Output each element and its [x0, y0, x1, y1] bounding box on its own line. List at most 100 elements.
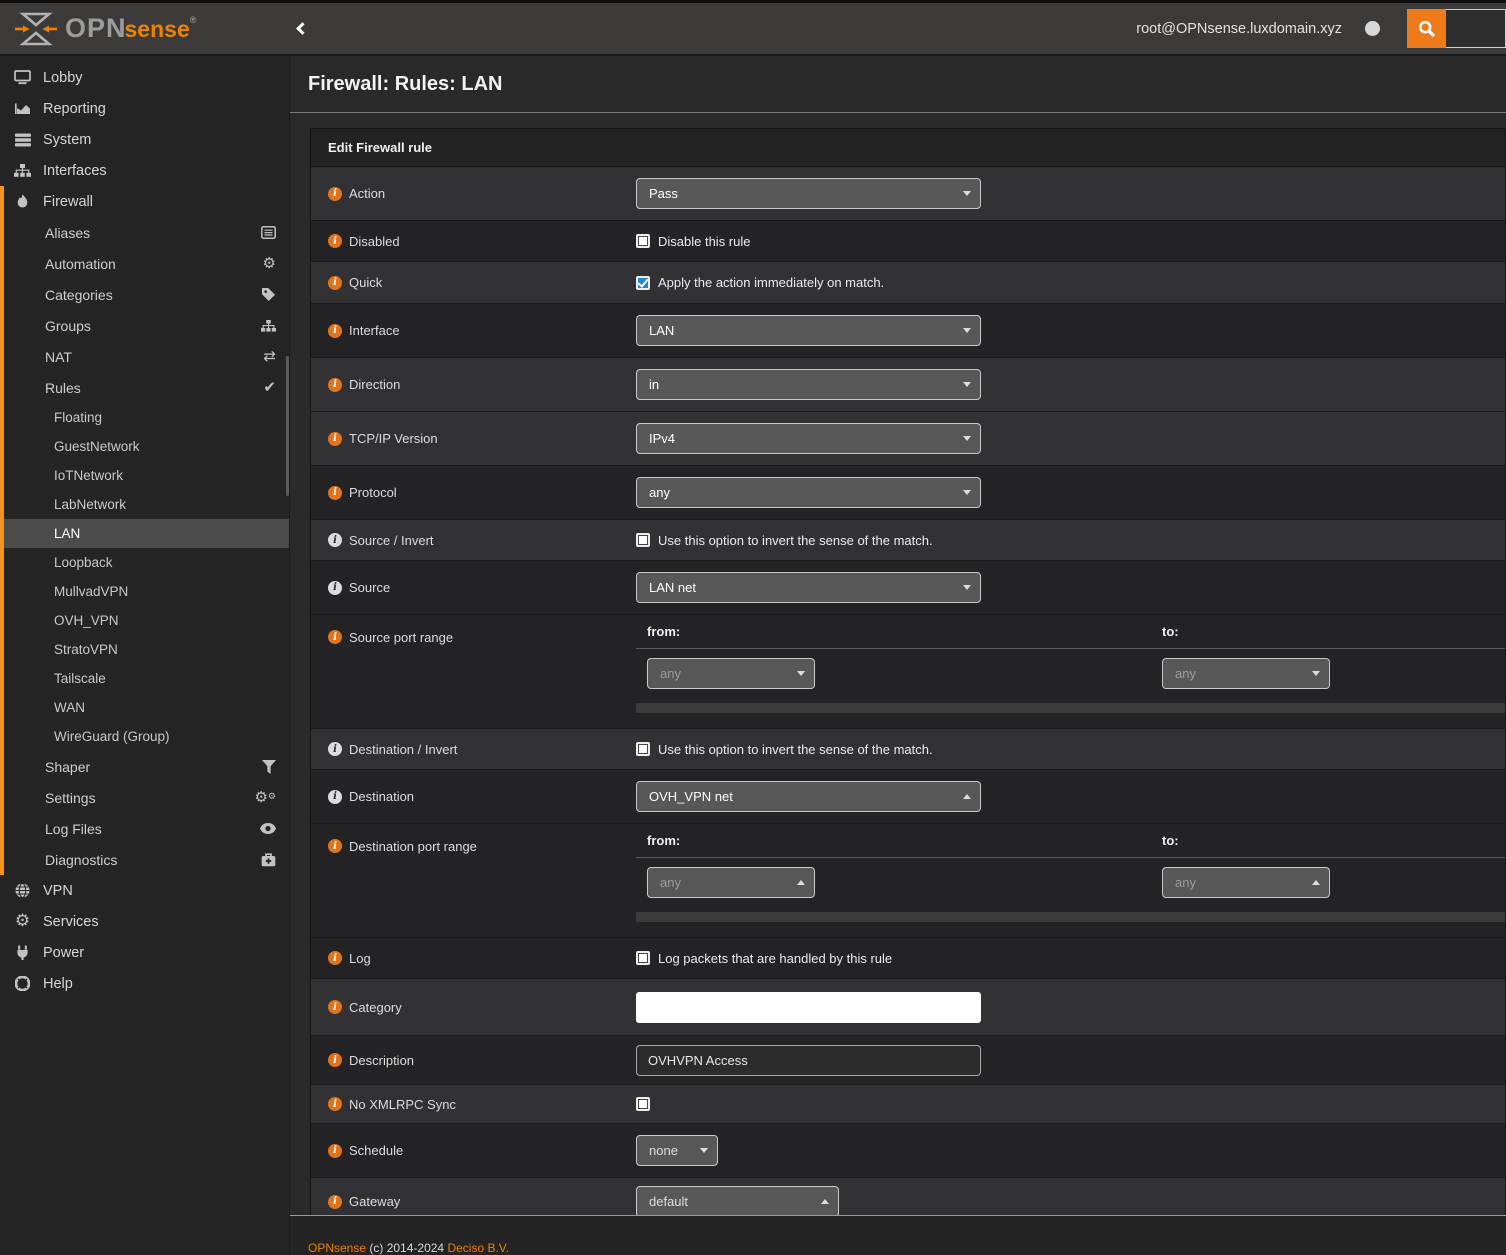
sidebar-item-automation[interactable]: Automation ⚙ — [4, 248, 289, 279]
sidebar-item-groups[interactable]: Groups — [4, 310, 289, 341]
sidebar-item-help[interactable]: Help — [0, 968, 289, 999]
info-icon[interactable] — [328, 276, 342, 290]
sidebar-item-log-files[interactable]: Log Files — [4, 813, 289, 844]
ipversion-select[interactable]: IPv4 — [636, 423, 981, 454]
sidebar-item-rules-iotnetwork[interactable]: IoTNetwork — [4, 461, 289, 490]
info-icon[interactable] — [328, 432, 342, 446]
sidebar-item-rules-stratovpn[interactable]: StratoVPN — [4, 635, 289, 664]
sidebar-item-system[interactable]: System — [0, 124, 289, 155]
info-icon[interactable] — [328, 790, 342, 804]
log-checkbox[interactable] — [636, 951, 650, 965]
action-select[interactable]: Pass — [636, 178, 981, 209]
deciso-footer-link[interactable]: Deciso B.V. — [447, 1241, 509, 1255]
info-icon[interactable] — [328, 1144, 342, 1158]
chevron-down-icon — [963, 490, 971, 495]
info-icon[interactable] — [328, 1097, 342, 1111]
destination-port-to-select[interactable]: any — [1162, 867, 1330, 898]
form-row-ipversion: TCP/IP Version IPv4 — [311, 412, 1505, 466]
disabled-checkbox[interactable] — [636, 234, 650, 248]
sidebar-item-shaper[interactable]: Shaper — [4, 751, 289, 782]
gear-icon: ⚙ — [13, 913, 32, 930]
source-port-from-select[interactable]: any — [647, 658, 815, 689]
sidebar-item-rules-mullvadvpn[interactable]: MullvadVPN — [4, 577, 289, 606]
sidebar-item-rules[interactable]: Rules ✔ — [4, 372, 289, 403]
chevron-down-icon — [797, 671, 805, 676]
horizontal-scrollbar[interactable] — [636, 703, 1505, 713]
sidebar-item-diagnostics[interactable]: Diagnostics — [4, 844, 289, 875]
logo-registered-mark: ® — [190, 15, 197, 25]
chevron-down-icon — [963, 585, 971, 590]
interface-select[interactable]: LAN — [636, 315, 981, 346]
no-xmlrpc-sync-checkbox[interactable] — [636, 1097, 650, 1111]
sidebar-item-categories[interactable]: Categories — [4, 279, 289, 310]
sidebar-item-rules-labnetwork[interactable]: LabNetwork — [4, 490, 289, 519]
chevron-up-icon — [821, 1199, 829, 1204]
info-icon[interactable] — [328, 742, 342, 756]
sidebar-item-firewall[interactable]: Firewall — [4, 186, 289, 217]
list-alt-icon — [261, 226, 276, 239]
chevron-down-icon — [700, 1148, 708, 1153]
opnsense-logo[interactable]: OPNsense® — [0, 10, 278, 48]
footer: OPNsense (c) 2014-2024 Deciso B.V. — [290, 1215, 1506, 1255]
schedule-select[interactable]: none — [636, 1135, 718, 1166]
destination-select[interactable]: OVH_VPN net — [636, 781, 981, 812]
eye-icon — [260, 823, 276, 834]
port-range-header: from: to: — [636, 824, 1505, 858]
sidebar-item-aliases[interactable]: Aliases — [4, 217, 289, 248]
destination-port-from-select[interactable]: any — [647, 867, 815, 898]
source-select[interactable]: LAN net — [636, 572, 981, 603]
sidebar-item-rules-wan[interactable]: WAN — [4, 693, 289, 722]
info-icon[interactable] — [328, 1195, 342, 1209]
sidebar-item-settings[interactable]: Settings ⚙⚙ — [4, 782, 289, 813]
sidebar-item-rules-ovh-vpn[interactable]: OVH_VPN — [4, 606, 289, 635]
direction-select[interactable]: in — [636, 369, 981, 400]
sidebar-item-rules-lan[interactable]: LAN — [4, 519, 289, 548]
destination-invert-checkbox[interactable] — [636, 742, 650, 756]
protocol-select[interactable]: any — [636, 477, 981, 508]
info-icon[interactable] — [328, 533, 342, 547]
sitemap-icon — [13, 164, 32, 177]
sidebar-item-reporting[interactable]: Reporting — [0, 93, 289, 124]
info-icon[interactable] — [328, 630, 342, 644]
sidebar-collapse-button[interactable] — [292, 18, 313, 39]
gateway-select[interactable]: default — [636, 1186, 839, 1215]
sidebar-scrollbar[interactable] — [286, 356, 289, 496]
sidebar-item-services[interactable]: ⚙ Services — [0, 906, 289, 937]
form-row-destination-port-range: Destination port range from: to: any — [311, 824, 1505, 938]
info-icon[interactable] — [328, 581, 342, 595]
opnsense-footer-link[interactable]: OPNsense — [308, 1241, 366, 1255]
info-icon[interactable] — [328, 1000, 342, 1014]
info-icon[interactable] — [328, 187, 342, 201]
sidebar-item-rules-floating[interactable]: Floating — [4, 403, 289, 432]
chevron-up-icon — [797, 880, 805, 885]
source-port-to-select[interactable]: any — [1162, 658, 1330, 689]
sidebar-item-vpn[interactable]: VPN — [0, 875, 289, 906]
info-icon[interactable] — [328, 378, 342, 392]
info-icon[interactable] — [328, 839, 342, 853]
horizontal-scrollbar[interactable] — [636, 912, 1505, 922]
sidebar-item-rules-loopback[interactable]: Loopback — [4, 548, 289, 577]
description-input[interactable] — [636, 1045, 981, 1076]
search-input[interactable] — [1446, 9, 1506, 48]
fire-icon — [13, 194, 32, 209]
quick-checkbox[interactable] — [636, 276, 650, 290]
logged-in-user-menu[interactable]: root@OPNsense.luxdomain.xyz — [1136, 21, 1342, 37]
source-invert-checkbox[interactable] — [636, 533, 650, 547]
sidebar-item-nat[interactable]: NAT ⇄ — [4, 341, 289, 372]
chevron-down-icon — [963, 436, 971, 441]
sidebar-item-interfaces[interactable]: Interfaces — [0, 155, 289, 186]
search-button[interactable] — [1407, 9, 1446, 48]
sidebar-item-rules-wireguard-group[interactable]: WireGuard (Group) — [4, 722, 289, 751]
sidebar-item-rules-tailscale[interactable]: Tailscale — [4, 664, 289, 693]
info-icon[interactable] — [328, 951, 342, 965]
info-icon[interactable] — [328, 1053, 342, 1067]
form-row-log: Log Log packets that are handled by this… — [311, 938, 1505, 979]
life-ring-icon — [13, 976, 32, 991]
info-icon[interactable] — [328, 486, 342, 500]
sidebar-item-rules-guestnetwork[interactable]: GuestNetwork — [4, 432, 289, 461]
info-icon[interactable] — [328, 234, 342, 248]
sidebar-item-lobby[interactable]: Lobby — [0, 62, 289, 93]
category-input[interactable] — [636, 992, 981, 1023]
sidebar-item-power[interactable]: Power — [0, 937, 289, 968]
info-icon[interactable] — [328, 324, 342, 338]
